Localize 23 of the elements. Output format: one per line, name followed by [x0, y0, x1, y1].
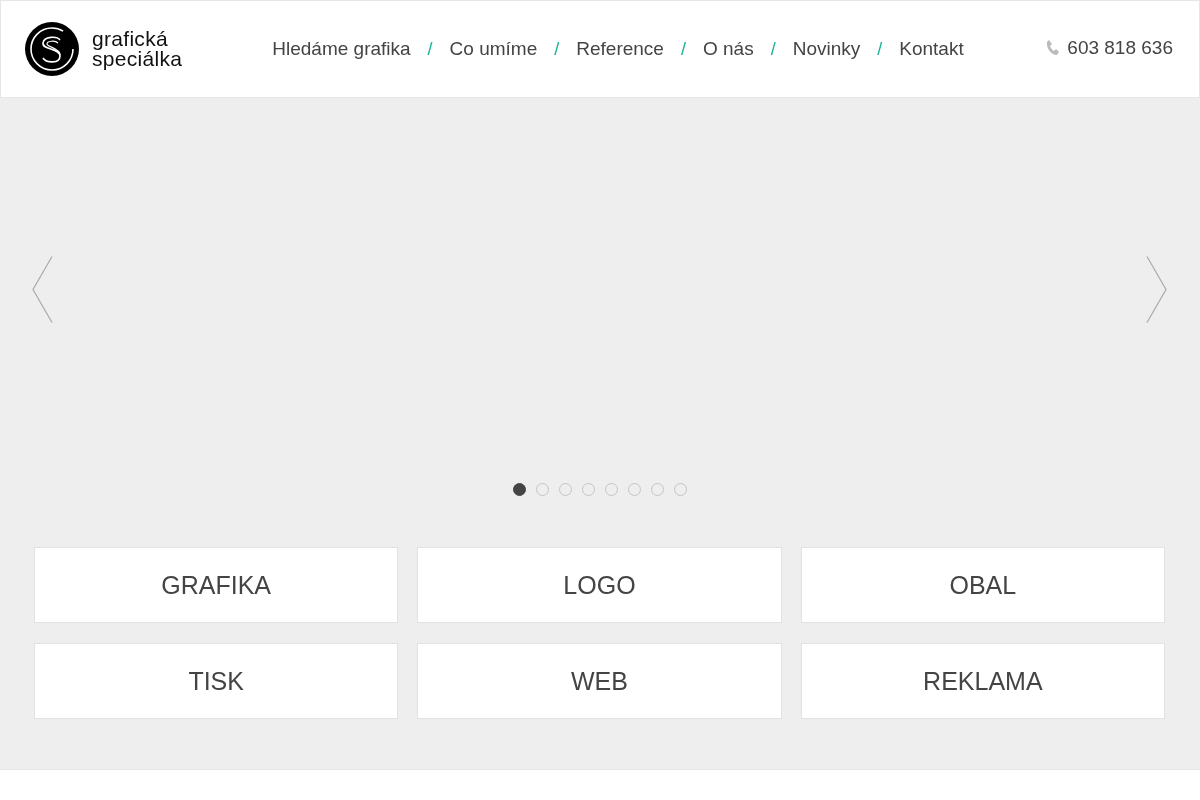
category-tile[interactable]: WEB [417, 643, 782, 719]
nav-link[interactable]: Reference [576, 38, 664, 60]
nav-separator: / [770, 38, 776, 60]
category-tile[interactable]: TISK [34, 643, 399, 719]
slider-dot[interactable] [513, 483, 526, 496]
category-tile[interactable]: OBAL [800, 547, 1165, 623]
nav-link[interactable]: Co umíme [449, 38, 538, 60]
logo-icon [25, 22, 79, 76]
phone-number: 603 818 636 [1067, 37, 1173, 59]
logo-text: grafická [92, 29, 169, 49]
category-tile[interactable]: LOGO [417, 547, 782, 623]
category-tile[interactable]: GRAFIKA [34, 547, 399, 623]
logo-text: speciálka [92, 49, 183, 69]
nav-separator: / [877, 38, 883, 60]
nav-link[interactable]: Kontakt [899, 38, 964, 60]
nav-separator: / [680, 38, 686, 60]
phone-icon [1046, 40, 1060, 56]
nav-separator: / [427, 38, 433, 60]
nav-separator: / [554, 38, 560, 60]
nav-link[interactable]: O nás [702, 38, 754, 60]
nav-link[interactable]: Novinky [792, 38, 861, 60]
nav-link[interactable]: Hledáme grafika [272, 38, 411, 60]
category-tile[interactable]: REKLAMA [800, 643, 1165, 719]
